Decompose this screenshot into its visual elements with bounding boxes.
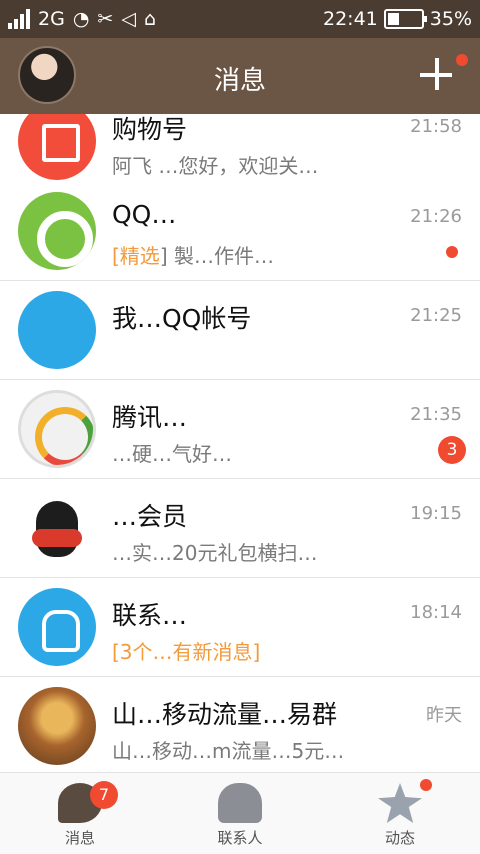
conversation-time: 昨天: [426, 705, 462, 726]
scissors-icon: ✂: [97, 8, 114, 30]
conversation-preview: …硬…气好…: [112, 442, 232, 466]
qq-game-avatar: [18, 192, 96, 270]
add-notification-dot: [456, 54, 468, 66]
clock: 22:41: [323, 8, 378, 30]
preview-tag: [精选: [112, 244, 160, 268]
add-button[interactable]: [414, 52, 458, 96]
unread-dot: [446, 246, 458, 258]
feed-notification-dot: [420, 779, 432, 791]
person-icon: [218, 783, 262, 823]
tab-messages[interactable]: 7 消息: [0, 773, 160, 854]
conversation-name: QQ…: [112, 200, 177, 229]
tab-label: 动态: [384, 829, 415, 847]
conversation-row[interactable]: 购物号 阿飞 …您好，欢迎关… 21:58: [0, 114, 480, 191]
group-avatar: [18, 687, 96, 765]
speaker-icon: ◁: [121, 8, 136, 30]
conversation-name: 腾讯…: [112, 403, 188, 432]
conversation-preview: …实…20元礼包横扫…: [112, 541, 318, 565]
battery-icon: [383, 9, 427, 29]
conversation-time: 19:15: [410, 503, 462, 524]
conversation-name: …会员: [112, 502, 188, 531]
app-header: 消息: [0, 38, 480, 114]
conversation-preview: [精选] 製…作件…: [112, 244, 274, 268]
home-icon: ⌂: [143, 8, 157, 30]
conversation-time: 21:35: [410, 404, 462, 425]
conversation-row[interactable]: QQ… [精选] 製…作件… 21:26: [0, 182, 480, 281]
tab-feed[interactable]: 动态: [320, 773, 480, 854]
contact-avatar: [18, 588, 96, 666]
conversation-row[interactable]: …会员 …实…20元礼包横扫… 19:15: [0, 479, 480, 578]
conversation-name: 购物号: [112, 115, 188, 144]
account-avatar: [18, 291, 96, 369]
tencent-news-avatar: [18, 390, 96, 468]
shopping-bag-avatar: [18, 114, 96, 180]
network-type: 2G: [38, 8, 65, 30]
conversation-row[interactable]: 联系… [3个…有新消息] 18:14: [0, 578, 480, 677]
conversation-time: 21:26: [410, 206, 462, 227]
tab-label: 联系人: [217, 829, 263, 847]
page-title: 消息: [213, 66, 266, 96]
messages-badge: 7: [90, 781, 118, 809]
battery-percent: 35%: [429, 8, 472, 30]
conversation-row[interactable]: 山…移动流量…易群 山…移动…m流量…5元… 昨天: [0, 677, 480, 772]
conversation-time: 18:14: [410, 602, 462, 623]
star-icon: [378, 783, 422, 823]
penguin-avatar: [18, 489, 96, 567]
conversation-preview: [3个…有新消息]: [112, 636, 442, 665]
bottom-tab-bar: 7 消息 联系人 动态: [0, 772, 480, 854]
preview-tag: [3个…有新消息]: [112, 640, 261, 664]
conversation-preview: 山…移动…m流量…5元…: [112, 739, 345, 763]
conversation-time: 21:25: [410, 305, 462, 326]
conversation-list[interactable]: 购物号 阿飞 …您好，欢迎关… 21:58 QQ… [精选] 製…作件… 21:…: [0, 114, 480, 772]
signal-icon: [8, 9, 30, 29]
status-bar: 2G ◔ ✂ ◁ ⌂ 22:41 35%: [0, 0, 480, 38]
tab-label: 消息: [64, 829, 95, 847]
conversation-name: 山…移动流量…易群: [112, 700, 338, 729]
unread-badge: 3: [438, 436, 466, 464]
conversation-preview: 阿飞 …您好，欢迎关…: [112, 154, 319, 178]
conversation-row[interactable]: 我…QQ帐号 21:25: [0, 281, 480, 380]
conversation-name: 联系…: [112, 601, 188, 630]
conversation-time: 21:58: [410, 116, 462, 137]
tab-contacts[interactable]: 联系人: [160, 773, 320, 854]
conversation-name: 我…QQ帐号: [112, 304, 252, 333]
wifi-icon: ◔: [72, 8, 90, 30]
conversation-row[interactable]: 腾讯… …硬…气好… 21:35 3: [0, 380, 480, 479]
